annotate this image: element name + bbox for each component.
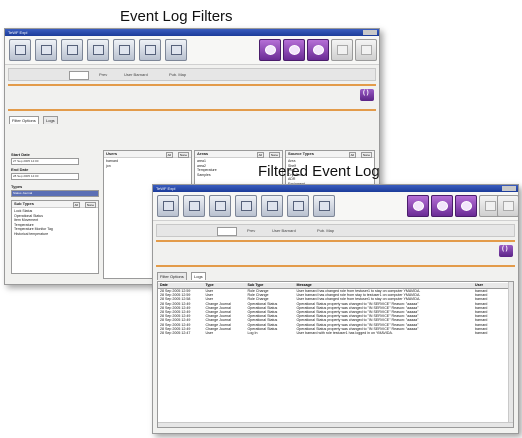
- nav-user[interactable]: User Barnard: [124, 69, 148, 80]
- toolbar-grid-icon[interactable]: [35, 39, 57, 61]
- toolbar-list-icon[interactable]: [61, 39, 83, 61]
- start-date-label: Start Date: [11, 152, 30, 157]
- tab-bar: Filter Options Logs: [5, 115, 379, 124]
- refresh-icon[interactable]: [331, 39, 353, 61]
- types-label: Types: [11, 184, 23, 189]
- quick-nav-row: [5, 86, 379, 106]
- window-title: TeWF Expl: [156, 186, 176, 191]
- window-controls[interactable]: [363, 30, 377, 35]
- types-selected[interactable]: Status Journal: [11, 190, 99, 197]
- nav-user[interactable]: User Barnard: [272, 225, 296, 236]
- toolbar-report-icon[interactable]: [287, 195, 309, 217]
- quick-nav-row: [153, 242, 518, 262]
- table-cell: Log In: [247, 331, 258, 336]
- nav-prev[interactable]: Prev: [99, 69, 107, 80]
- tab-logs[interactable]: Logs: [191, 272, 206, 280]
- subtypes-none-button[interactable]: None: [84, 202, 96, 208]
- window-titlebar: TeWF Expl: [5, 29, 379, 36]
- window-title: TeWF Expl: [8, 30, 28, 35]
- toolbar-open-icon[interactable]: [157, 195, 179, 217]
- source-types-none-button[interactable]: None: [360, 152, 372, 158]
- orange-divider-2: [156, 265, 515, 267]
- list-item[interactable]: barnard: [106, 159, 118, 164]
- user-icon[interactable]: [283, 39, 305, 61]
- subtypes-list: Lock Status Operational Status Item Move…: [14, 209, 53, 237]
- horizontal-scrollbar[interactable]: [158, 422, 513, 427]
- toolbar-grid-icon[interactable]: [183, 195, 205, 217]
- tab-filter-options[interactable]: Filter Options: [157, 272, 187, 280]
- database-icon[interactable]: [455, 195, 477, 217]
- end-date-field[interactable]: 28 Sep 2005 14:00: [11, 173, 79, 180]
- areas-list: area1 area2 Temperature Samples: [197, 159, 217, 177]
- toolbar: [153, 192, 518, 221]
- user-icon[interactable]: [431, 195, 453, 217]
- toolbar-open-icon[interactable]: [9, 39, 31, 61]
- table-cell: 28 Sep 2005 12:47: [160, 331, 191, 336]
- nav-map[interactable]: Pub. Map: [169, 69, 186, 80]
- caption-filtered-event-log: Filtered Event Log: [258, 163, 380, 180]
- table-cell: User: [205, 331, 214, 336]
- toolbar-chart-icon[interactable]: [313, 195, 335, 217]
- window-titlebar: TeWF Expl: [153, 185, 518, 192]
- filter-column: Start Date 27 Sep 2005 14:00 End Date 28…: [9, 150, 99, 280]
- nav-map[interactable]: Pub. Map: [317, 225, 334, 236]
- end-date-label: End Date: [11, 167, 29, 172]
- toolbar-print-icon[interactable]: [261, 195, 283, 217]
- toolbar-list-icon[interactable]: [209, 195, 231, 217]
- toolbar-map-icon[interactable]: [235, 195, 257, 217]
- navigation-bar: Prev User Barnard Pub. Map: [156, 224, 515, 237]
- nav-field[interactable]: [69, 71, 89, 80]
- alarm-icon[interactable]: [407, 195, 429, 217]
- vertical-scrollbar[interactable]: [508, 282, 513, 427]
- users-none-button[interactable]: None: [177, 152, 189, 158]
- list-item[interactable]: jon: [106, 164, 118, 169]
- list-item[interactable]: Samples: [197, 173, 217, 178]
- areas-none-button[interactable]: None: [268, 152, 280, 158]
- tab-logs[interactable]: Logs: [43, 116, 58, 124]
- table-row[interactable]: 28 Sep 2005 12:47 User Log In User barnard …: [158, 331, 508, 335]
- event-table: Date Type Sub Type Message User 28 Sep 2005 …: [158, 283, 508, 336]
- list-item[interactable]: Historical temperature: [14, 232, 53, 237]
- toolbar-print-icon[interactable]: [113, 39, 135, 61]
- caption-event-log-filters: Event Log Filters: [120, 8, 233, 25]
- tab-bar: Filter Options Logs: [153, 271, 518, 280]
- users-all-button[interactable]: All: [165, 152, 173, 158]
- subtypes-panel: Sub Types All None Lock Status Operation…: [11, 200, 99, 274]
- toolbar-report-icon[interactable]: [139, 39, 161, 61]
- toolbar-map-icon[interactable]: [87, 39, 109, 61]
- areas-all-button[interactable]: All: [256, 152, 264, 158]
- tab-filter-options[interactable]: Filter Options: [9, 116, 39, 124]
- nav-prev[interactable]: Prev: [247, 225, 255, 236]
- table-cell: User barnard with role testuser1 has log…: [296, 331, 393, 336]
- table-cell: barnard: [475, 331, 488, 336]
- orange-divider-2: [8, 109, 376, 111]
- help-icon[interactable]: [355, 39, 377, 61]
- database-icon[interactable]: [307, 39, 329, 61]
- toolbar: [5, 36, 379, 65]
- navigation-bar: Prev User Barnard Pub. Map: [8, 68, 376, 81]
- source-types-all-button[interactable]: All: [348, 152, 356, 158]
- quick-nav-icon[interactable]: [499, 245, 513, 257]
- start-date-field[interactable]: 27 Sep 2005 14:00: [11, 158, 79, 165]
- nav-field[interactable]: [217, 227, 237, 236]
- subtypes-all-button[interactable]: All: [72, 202, 80, 208]
- users-list: barnard jon: [106, 159, 118, 168]
- window-controls[interactable]: [502, 186, 516, 191]
- help-icon[interactable]: [497, 195, 518, 217]
- quick-nav-icon[interactable]: [360, 89, 374, 101]
- alarm-icon[interactable]: [259, 39, 281, 61]
- event-log-window: TeWF Expl Prev User Barnard Pub. Map Fil…: [152, 184, 519, 434]
- toolbar-chart-icon[interactable]: [165, 39, 187, 61]
